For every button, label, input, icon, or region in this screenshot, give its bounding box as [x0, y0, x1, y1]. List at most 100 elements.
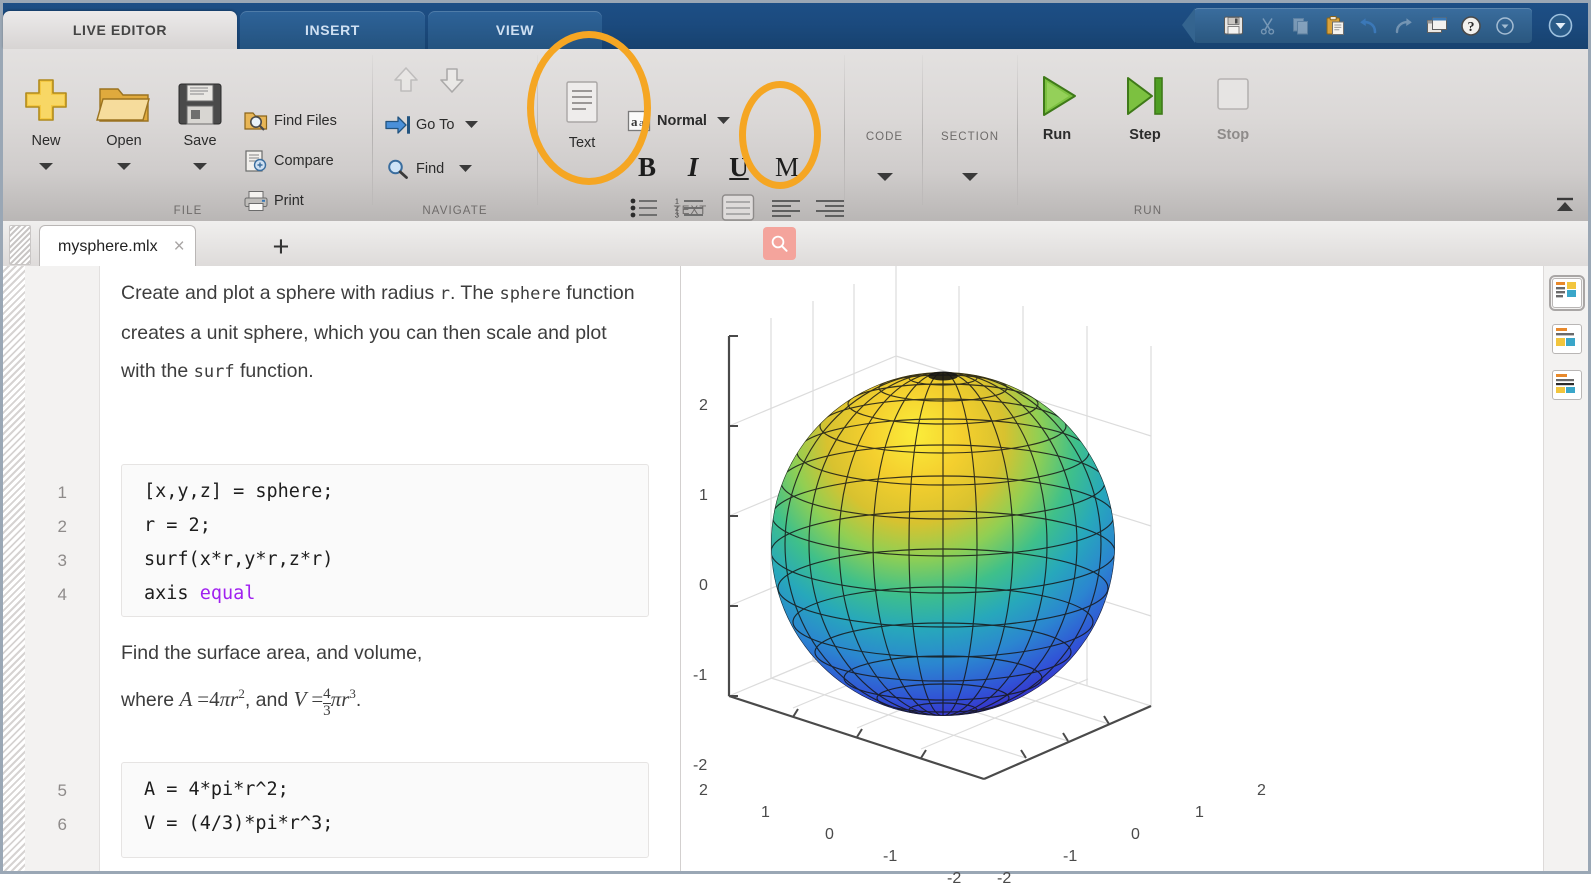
layout-output-inline-icon[interactable] — [1552, 370, 1582, 400]
bold-button[interactable]: B — [626, 145, 668, 189]
redo-icon — [1386, 12, 1420, 40]
code-caret-icon[interactable] — [848, 169, 921, 187]
ribbon-group-run-label: RUN — [1133, 205, 1163, 217]
panel-drag-handle[interactable] — [9, 225, 31, 265]
step-button-label: Step — [1129, 127, 1161, 143]
code-keyword-equal: equal — [199, 583, 256, 604]
new-button[interactable]: New — [9, 57, 83, 177]
open-caret-icon[interactable] — [87, 158, 161, 176]
help-icon[interactable]: ? — [1454, 12, 1488, 40]
text-style-label: Normal — [657, 113, 707, 129]
find-search-icon — [383, 157, 413, 181]
stop-button-label: Stop — [1216, 127, 1250, 143]
ribbon-tab-view[interactable]: VIEW — [428, 11, 602, 49]
save-button[interactable]: Save — [163, 57, 237, 177]
code-line-2: r = 2; — [144, 515, 211, 536]
find-files-button[interactable]: Find Files — [241, 105, 337, 137]
paragraph-formula-line2: where A =4πr2, and V = 4 3 πr3. — [121, 672, 681, 722]
sphere-surface — [771, 371, 1115, 716]
open-button-label: Open — [106, 133, 142, 149]
sphere-surface-plot[interactable] — [681, 266, 1511, 866]
go-to-label: Go To — [416, 117, 455, 133]
z-tick-0: 0 — [699, 577, 708, 594]
customize-dropdown-icon[interactable] — [1488, 12, 1522, 40]
save-icon[interactable] — [1216, 12, 1250, 40]
output-pane[interactable]: 2 1 0 -1 -2 2 1 0 -1 -2 -2 -1 0 1 2 — [681, 266, 1544, 887]
ribbon-tab-live-editor[interactable]: LIVE EDITOR — [3, 11, 237, 49]
layout-side-by-side-icon[interactable] — [1549, 275, 1585, 311]
para1-code-sphere: sphere — [499, 284, 561, 304]
x-tick-neg1: -1 — [1063, 848, 1078, 865]
open-folder-icon — [87, 57, 161, 127]
y-tick-neg2: -2 — [947, 870, 962, 887]
ribbon-group-file: New Open Save Find Files Compare Print F… — [3, 49, 373, 221]
text-button[interactable]: Text — [542, 59, 622, 179]
code-block-1[interactable]: [x,y,z] = sphere; r = 2; surf(x*r,y*r,z*… — [121, 464, 649, 617]
ribbon-group-text-label: TEXT — [673, 205, 708, 217]
search-icon[interactable] — [763, 227, 796, 260]
eqn-v-eq: = — [311, 687, 324, 711]
y-tick-2: 2 — [699, 782, 708, 799]
code-line-3: surf(x*r,y*r,z*r) — [144, 549, 334, 570]
find-label: Find — [416, 161, 445, 177]
italic-button[interactable]: I — [672, 145, 714, 189]
compare-button[interactable]: Compare — [241, 145, 334, 177]
paste-icon[interactable] — [1318, 12, 1352, 40]
ribbon-tab-insert[interactable]: INSERT — [240, 11, 425, 49]
step-button[interactable]: Step — [1106, 65, 1184, 177]
find-files-label: Find Files — [274, 113, 337, 129]
ribbon-group-navigate-label: NAVIGATE — [422, 205, 488, 217]
new-icon — [9, 57, 83, 127]
layout-output-below-icon[interactable] — [1552, 324, 1582, 354]
text-style-dropdown[interactable]: a a Normal — [624, 105, 731, 137]
run-button[interactable]: Run — [1018, 65, 1096, 177]
save-caret-icon[interactable] — [163, 158, 237, 176]
document-tab-label: mysphere.mlx — [58, 237, 158, 255]
text-icon — [542, 59, 622, 129]
code-line-4-text: axis — [144, 583, 200, 604]
find-files-icon — [241, 109, 271, 133]
find-caret-icon[interactable] — [458, 160, 473, 178]
para2-end: . — [355, 689, 362, 711]
go-to-caret-icon[interactable] — [464, 116, 479, 134]
eqn-v-num: 4 — [323, 686, 331, 703]
underline-button[interactable]: U — [718, 145, 760, 189]
section-group-button[interactable]: SECTION — [924, 49, 1016, 221]
code-line-4: axis equal — [144, 583, 255, 604]
close-icon[interactable]: × — [174, 236, 185, 258]
new-document-tab-button[interactable]: + — [259, 230, 303, 264]
eqn-a-lhs: A — [179, 687, 192, 711]
go-down-button — [431, 59, 473, 101]
eqn-v-fraction: 43 — [323, 686, 331, 720]
run-button-label: Run — [1042, 127, 1072, 143]
line-number-6: 6 — [57, 815, 67, 834]
equation-surface-area: A =4πr2 — [179, 686, 245, 711]
code-line-5: A = 4*pi*r^2; — [144, 779, 289, 800]
monospace-button[interactable]: M — [766, 145, 808, 189]
open-button[interactable]: Open — [87, 57, 161, 177]
document-tab-mysphere[interactable]: mysphere.mlx × — [39, 225, 196, 267]
ribbon-group-text: Text a a Normal B I U M 1 2 3 TEXT — [538, 49, 844, 221]
svg-text:a: a — [639, 117, 644, 129]
para1-seg6: function. — [234, 360, 314, 382]
code-block-2[interactable]: A = 4*pi*r^2; V = (4/3)*pi*r^3; — [121, 762, 649, 858]
left-hatch-gutter[interactable] — [3, 266, 25, 871]
para2-where: where — [121, 689, 175, 711]
undo-icon[interactable] — [1352, 12, 1386, 40]
x-tick-0: 0 — [1131, 826, 1140, 843]
para1-seg2: . The — [449, 282, 500, 304]
section-caret-icon[interactable] — [924, 169, 1016, 187]
new-caret-icon[interactable] — [9, 158, 83, 176]
code-group-button[interactable]: CODE — [848, 49, 921, 221]
minimize-ribbon-icon[interactable] — [1554, 195, 1576, 215]
save-disk-icon — [163, 57, 237, 127]
switch-windows-icon[interactable] — [1420, 12, 1454, 40]
go-to-button[interactable]: Go To — [383, 109, 479, 141]
line-number-5: 5 — [57, 781, 67, 800]
text-style-caret-icon[interactable] — [716, 112, 731, 130]
find-button[interactable]: Find — [383, 153, 473, 185]
live-script-document[interactable]: Create and plot a sphere with radius r. … — [58, 266, 681, 871]
ribbon-tab-bar: LIVE EDITOR INSERT VIEW ? — [3, 3, 1588, 49]
line-number-1: 1 — [57, 483, 67, 502]
window-menu-dropdown-icon[interactable] — [1547, 12, 1574, 39]
